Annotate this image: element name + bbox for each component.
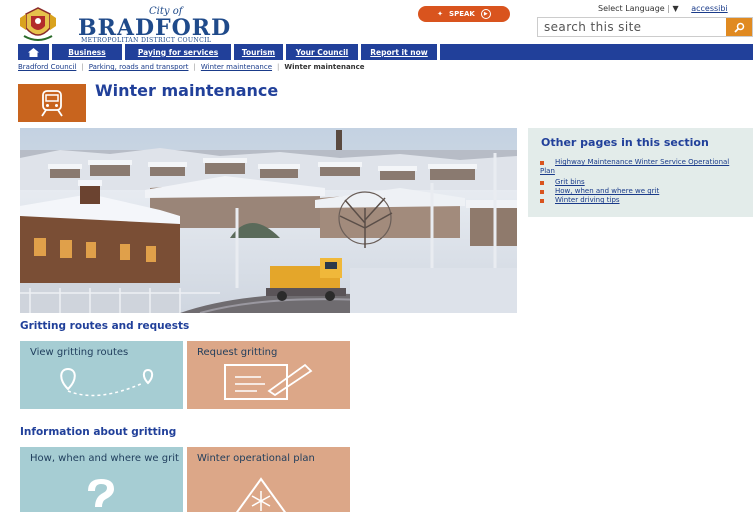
sidebar-link-how-when-where[interactable]: How, when and where we grit [555,187,659,196]
search-button[interactable] [726,18,752,36]
train-icon [18,84,86,122]
nav-business[interactable]: Business [52,44,122,60]
main-nav: Business Paying for services Tourism You… [18,44,753,60]
nav-tourism[interactable]: Tourism [234,44,283,60]
nav-report-it-now[interactable]: Report it now [361,44,437,60]
language-dropdown-icon[interactable]: ▼ [673,4,679,13]
bullet-icon [540,199,544,203]
tile-view-gritting-routes[interactable]: View gritting routes [20,341,183,409]
search-icon [733,22,744,33]
section-heading-information: Information about gritting [20,426,177,438]
sidebar-link-highway-plan[interactable]: Highway Maintenance Winter Service Opera… [540,158,745,176]
tile-label: Winter operational plan [197,453,315,464]
bullet-icon [540,181,544,185]
sidebar-link-driving-tips[interactable]: Winter driving tips [555,196,620,205]
play-icon: ▶ [480,9,491,19]
tile-how-when-where[interactable]: How, when and where we grit [20,447,183,512]
tile-label: Request gritting [197,347,278,358]
snow-warning-icon [235,477,287,512]
winter-street-photo [20,128,517,313]
nav-your-council[interactable]: Your Council [286,44,358,60]
tile-request-gritting[interactable]: Request gritting [187,341,350,409]
council-logo[interactable]: City of BRADFORD METROPOLITAN DISTRICT C… [18,4,248,46]
logo-subtitle-text: METROPOLITAN DISTRICT COUNCIL [81,37,212,44]
bullet-icon [540,190,544,194]
breadcrumb-current: Winter maintenance [284,63,365,71]
speak-label: SPEAK [449,10,475,18]
person-icon: ✦ [437,10,444,18]
home-icon [28,47,39,57]
tile-label: How, when and where we grit [30,453,179,464]
other-pages-heading: Other pages in this section [541,136,709,149]
crest-icon [20,7,56,41]
route-pin-icon [60,367,154,397]
breadcrumb-bradford-council[interactable]: Bradford Council [18,63,76,71]
tile-label: View gritting routes [30,347,129,358]
other-pages-panel: Other pages in this section Highway Main… [528,128,753,217]
sidebar-link-grit-bins[interactable]: Grit bins [555,178,585,187]
tile-winter-operational-plan[interactable]: Winter operational plan [187,447,350,512]
section-heading-gritting-routes: Gritting routes and requests [20,320,190,332]
select-language-link[interactable]: Select Language [598,4,665,13]
question-mark-icon [88,479,114,507]
accessibility-link[interactable]: accessibi [691,4,727,13]
language-bar: Select Language | ▼ accessibi [598,4,728,13]
breadcrumb: Bradford Council | Parking, roads and tran… [18,63,365,71]
form-pen-icon [224,363,313,400]
speak-button[interactable]: ✦ SPEAK ▶ [418,6,510,22]
breadcrumb-winter-maintenance[interactable]: Winter maintenance [201,63,272,71]
page-title: Winter maintenance [95,81,279,100]
search-box[interactable]: search this site [537,17,753,37]
nav-paying-for-services[interactable]: Paying for services [125,44,231,60]
search-input[interactable]: search this site [544,20,641,34]
breadcrumb-parking-roads[interactable]: Parking, roads and transport [89,63,189,71]
home-button[interactable] [18,44,49,60]
